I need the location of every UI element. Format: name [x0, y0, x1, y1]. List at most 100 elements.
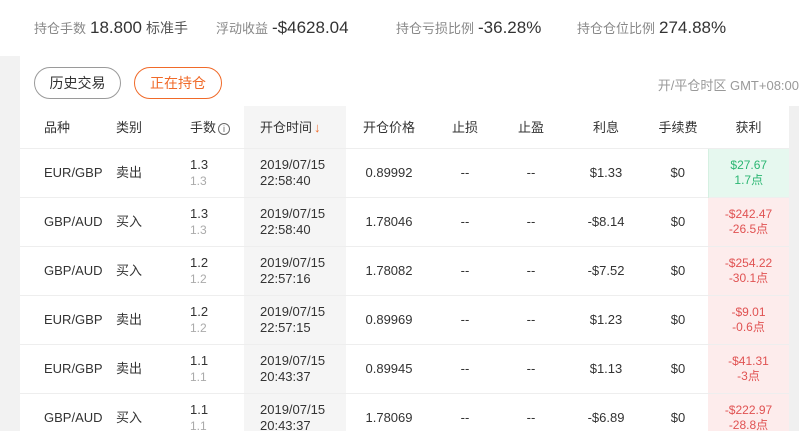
cell-stop-loss: -- [432, 196, 498, 246]
cell-interest: $1.23 [564, 294, 648, 344]
cell-fee: $0 [648, 245, 708, 295]
floating-pnl-value: -$4628.04 [272, 18, 349, 37]
header-open-time-label: 开仓时间 [260, 120, 313, 136]
table-row[interactable]: GBP/AUD 买入 1.2 1.2 2019/07/15 22:57:16 1.7… [20, 245, 799, 295]
table-header-row: 品种 类别 手数 i 开仓时间 ↓ 开仓价格 止损 止盈 利息 手续费 获利 [20, 106, 799, 148]
lots-value: 1.3 [190, 205, 209, 221]
position-ratio-stat: 持仓仓位比例 274.88% [577, 18, 726, 38]
cell-open-time: 2019/07/15 20:43:37 [244, 343, 346, 393]
open-date: 2019/07/15 [260, 352, 326, 368]
cell-lots: 1.3 1.3 [170, 147, 244, 197]
profit-amount: -$222.97 [724, 402, 773, 417]
position-summary-bar: 持仓手数 18.800 标准手 浮动收益 -$4628.04 持仓亏损比例 -36.28… [0, 0, 799, 56]
table-row[interactable]: GBP/AUD 买入 1.1 1.1 2019/07/15 20:43:37 1.7… [20, 392, 799, 431]
info-circle-icon[interactable]: i [218, 123, 231, 136]
header-profit[interactable]: 获利 [708, 106, 789, 148]
cell-take-profit: -- [498, 343, 564, 393]
header-fee[interactable]: 手续费 [648, 106, 708, 148]
history-trades-button[interactable]: 历史交易 [34, 67, 121, 99]
header-symbol[interactable]: 品种 [20, 106, 110, 148]
table-row[interactable]: GBP/AUD 买入 1.3 1.3 2019/07/15 22:58:40 1.7… [20, 196, 799, 246]
cell-profit: -$242.47 -26.5点 [708, 196, 789, 246]
header-open-time[interactable]: 开仓时间 ↓ [244, 106, 346, 148]
cell-open-price: 0.89992 [346, 147, 432, 197]
header-take-profit[interactable]: 止盈 [498, 106, 564, 148]
cell-lots: 1.1 1.1 [170, 392, 244, 431]
header-lots-label: 手数 [190, 120, 217, 136]
lots-value: 1.1 [190, 352, 209, 368]
cell-profit: -$9.01 -0.6点 [708, 294, 789, 344]
positions-table: 品种 类别 手数 i 开仓时间 ↓ 开仓价格 止损 止盈 利息 手续费 获利 EUR… [20, 106, 799, 431]
cell-take-profit: -- [498, 392, 564, 431]
cell-open-price: 1.78046 [346, 196, 432, 246]
open-date: 2019/07/15 [260, 401, 326, 417]
cell-profit: -$41.31 -3点 [708, 343, 789, 393]
profit-points: -28.8点 [728, 417, 769, 431]
profit-points: -3点 [737, 368, 760, 383]
cell-type: 买入 [110, 196, 170, 246]
cell-type: 卖出 [110, 147, 170, 197]
open-date: 2019/07/15 [260, 254, 326, 270]
cell-lots: 1.1 1.1 [170, 343, 244, 393]
lots-sub-value: 1.3 [190, 173, 207, 188]
cell-interest: $1.33 [564, 147, 648, 197]
table-row[interactable]: EUR/GBP 卖出 1.2 1.2 2019/07/15 22:57:15 0.8… [20, 294, 799, 344]
loss-ratio-label: 持仓亏损比例 [396, 21, 475, 36]
cell-symbol: EUR/GBP [20, 294, 110, 344]
table-row[interactable]: EUR/GBP 卖出 1.1 1.1 2019/07/15 20:43:37 0.8… [20, 343, 799, 393]
profit-points: -30.1点 [728, 270, 769, 285]
open-date: 2019/07/15 [260, 205, 326, 221]
open-time: 22:57:15 [260, 319, 311, 335]
cell-open-time: 2019/07/15 22:57:16 [244, 245, 346, 295]
cell-open-time: 2019/07/15 22:57:15 [244, 294, 346, 344]
open-date: 2019/07/15 [260, 303, 326, 319]
header-interest[interactable]: 利息 [564, 106, 648, 148]
profit-points: -26.5点 [728, 221, 769, 236]
position-ratio-label: 持仓仓位比例 [577, 21, 656, 36]
cell-take-profit: -- [498, 294, 564, 344]
open-positions-button[interactable]: 正在持仓 [134, 67, 222, 99]
header-lots[interactable]: 手数 i [170, 106, 244, 148]
lots-stat: 持仓手数 18.800 标准手 [34, 18, 188, 38]
cell-symbol: GBP/AUD [20, 245, 110, 295]
profit-amount: -$254.22 [724, 255, 773, 270]
table-scrollbar[interactable] [789, 106, 799, 431]
cell-type: 卖出 [110, 294, 170, 344]
cell-fee: $0 [648, 196, 708, 246]
cell-lots: 1.2 1.2 [170, 245, 244, 295]
cell-profit: $27.67 1.7点 [707, 147, 789, 197]
cell-interest: -$7.52 [564, 245, 648, 295]
cell-take-profit: -- [498, 245, 564, 295]
header-stop-loss[interactable]: 止损 [432, 106, 498, 148]
lots-label: 持仓手数 [34, 21, 87, 36]
cell-symbol: EUR/GBP [20, 343, 110, 393]
cell-fee: $0 [648, 343, 708, 393]
cell-stop-loss: -- [432, 343, 498, 393]
positions-panel: 历史交易 正在持仓 开/平仓时区 GMT+08:00 品种 类别 手数 i 开仓时… [20, 56, 799, 431]
cell-profit: -$254.22 -30.1点 [708, 245, 789, 295]
lots-sub-value: 1.1 [190, 418, 207, 431]
header-type[interactable]: 类别 [110, 106, 170, 148]
open-date: 2019/07/15 [260, 156, 326, 172]
cell-symbol: EUR/GBP [20, 147, 110, 197]
header-open-price[interactable]: 开仓价格 [346, 106, 432, 148]
cell-fee: $0 [648, 147, 708, 197]
cell-lots: 1.3 1.3 [170, 196, 244, 246]
cell-open-time: 2019/07/15 22:58:40 [244, 196, 346, 246]
sort-arrow-down-icon[interactable]: ↓ [314, 120, 321, 135]
cell-take-profit: -- [498, 147, 564, 197]
lots-value: 1.2 [190, 303, 209, 319]
open-time: 20:43:37 [260, 368, 311, 384]
floating-pnl-stat: 浮动收益 -$4628.04 [216, 18, 349, 38]
cell-type: 买入 [110, 245, 170, 295]
open-time: 22:58:40 [260, 172, 311, 188]
floating-pnl-label: 浮动收益 [216, 21, 269, 36]
table-row[interactable]: EUR/GBP 卖出 1.3 1.3 2019/07/15 22:58:40 0.8… [20, 147, 799, 197]
profit-amount: -$242.47 [724, 206, 773, 221]
lots-sub-value: 1.3 [190, 222, 207, 237]
cell-stop-loss: -- [432, 392, 498, 431]
cell-open-price: 0.89945 [346, 343, 432, 393]
cell-open-time: 2019/07/15 20:43:37 [244, 392, 346, 431]
lots-sub-value: 1.2 [190, 271, 207, 286]
cell-stop-loss: -- [432, 245, 498, 295]
